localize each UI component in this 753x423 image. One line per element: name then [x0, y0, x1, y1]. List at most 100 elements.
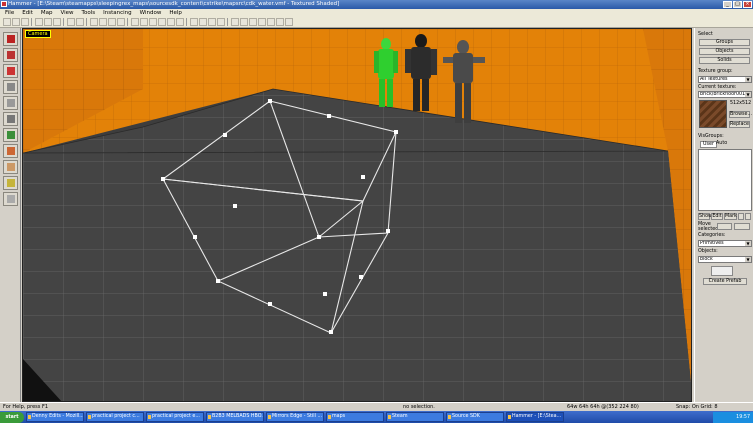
group-icon[interactable] [149, 18, 157, 26]
menu-view[interactable]: View [59, 10, 74, 16]
browse-button[interactable]: Browse... [729, 111, 752, 118]
new-file-icon[interactable] [3, 18, 11, 26]
redo-icon[interactable] [76, 18, 84, 26]
task-firefox[interactable]: Denny Edits - Mozill... [26, 412, 84, 422]
toggle-models-icon[interactable] [276, 18, 284, 26]
selection-tool-icon[interactable] [3, 32, 18, 46]
system-tray-clock[interactable]: 19:57 [713, 411, 753, 423]
camera-viewport[interactable]: Camera [22, 28, 692, 402]
open-file-icon[interactable] [12, 18, 20, 26]
groups-button[interactable]: Groups [699, 39, 750, 46]
object-properties-panel: Select Groups Objects Solids Texture gro… [694, 28, 753, 402]
camera-label[interactable]: Camera [25, 30, 51, 38]
task-mirrors-edge[interactable]: Mirrors Edge - Still ... [266, 412, 324, 422]
task-steam[interactable]: Steam [386, 412, 444, 422]
menu-file[interactable]: File [4, 10, 15, 16]
hide-icon[interactable] [167, 18, 175, 26]
move-to-visgroup-icon[interactable] [717, 223, 732, 230]
objects-select[interactable]: block [698, 256, 752, 263]
entity-report-icon[interactable] [249, 18, 257, 26]
categories-label: Categories: [698, 233, 726, 238]
task-source-sdk[interactable]: Source SDK [446, 412, 504, 422]
prev-icon[interactable] [738, 213, 744, 220]
block-tool-icon[interactable] [3, 96, 18, 110]
cordon-icon[interactable] [267, 18, 275, 26]
grid-smaller-icon[interactable] [99, 18, 107, 26]
categories-select[interactable]: Primitives [698, 240, 752, 247]
objects-label: Objects: [698, 249, 718, 254]
menu-edit[interactable]: Edit [21, 10, 34, 16]
carve-icon[interactable] [140, 18, 148, 26]
ungroup-icon[interactable] [158, 18, 166, 26]
snap-icon[interactable] [117, 18, 125, 26]
close-button[interactable]: × [743, 1, 752, 8]
texture-application-icon[interactable] [3, 112, 18, 126]
numeric-stepper[interactable] [711, 266, 733, 276]
camera-tool-icon[interactable] [3, 64, 18, 78]
clipping-tool-icon[interactable] [3, 176, 18, 190]
vertex-tool-icon[interactable] [3, 192, 18, 206]
undo-icon[interactable] [67, 18, 75, 26]
overlay-tool-icon[interactable] [3, 160, 18, 174]
move-selected-label: Move selected: [698, 222, 720, 232]
cut-icon[interactable] [35, 18, 43, 26]
menu-window[interactable]: Window [139, 10, 163, 16]
compile-map-icon[interactable] [231, 18, 239, 26]
show-button[interactable]: Show [698, 213, 712, 220]
replace-button[interactable]: Replace [729, 121, 750, 128]
copy-icon[interactable] [44, 18, 52, 26]
task-hammer[interactable]: Hammer - [E:\Stea... [506, 412, 564, 422]
menu-map[interactable]: Map [40, 10, 54, 16]
task-maps[interactable]: maps [326, 412, 384, 422]
main-toolbar [0, 17, 753, 28]
maximize-button[interactable]: □ [733, 1, 742, 8]
task-b2b3[interactable]: B2B3 MELBADS HBO... [206, 412, 264, 422]
selection-status: no selection. [403, 404, 435, 410]
task-practical-1[interactable]: practical project c... [86, 412, 144, 422]
edit-button[interactable]: Edit [711, 213, 723, 220]
visgroups-list[interactable] [698, 149, 752, 211]
texture-group-select[interactable]: All Textures [698, 76, 752, 83]
help-status: For Help, press F1 [3, 404, 49, 410]
run-map-icon[interactable] [240, 18, 248, 26]
taskbar: start Denny Edits - Mozill... practical … [0, 411, 753, 423]
toggle-helpers-icon[interactable] [285, 18, 293, 26]
check-problems-icon[interactable] [258, 18, 266, 26]
entity-tool-icon[interactable] [3, 80, 18, 94]
unhide-icon[interactable] [176, 18, 184, 26]
menu-tools[interactable]: Tools [81, 10, 97, 16]
save-icon[interactable] [21, 18, 29, 26]
create-prefab-button[interactable]: Create Prefab [703, 278, 747, 285]
select-label: Select [698, 32, 713, 37]
objects-button[interactable]: Objects [699, 48, 750, 55]
grid-toggle-icon[interactable] [90, 18, 98, 26]
visgroups-label: VisGroups: [698, 134, 724, 139]
minimize-button[interactable]: _ [723, 1, 732, 8]
move-to-world-icon[interactable] [199, 18, 207, 26]
current-texture-select[interactable]: brick/brickfloor001a [698, 91, 752, 98]
magnify-tool-icon[interactable] [3, 48, 18, 62]
clip-icon[interactable] [217, 18, 225, 26]
hollow-icon[interactable] [208, 18, 216, 26]
mark-button[interactable]: Mark [724, 213, 737, 220]
start-button[interactable]: start [0, 411, 24, 423]
hammer-icon [1, 1, 7, 7]
window-title: Hammer - [E:\Steam\steamapps\sleepingrex… [8, 1, 340, 7]
solids-button[interactable]: Solids [699, 57, 750, 64]
menu-instancing[interactable]: Instancing [102, 10, 133, 16]
next-icon[interactable] [745, 213, 751, 220]
paste-icon[interactable] [53, 18, 61, 26]
tie-to-entity-icon[interactable] [190, 18, 198, 26]
texture-preview[interactable] [699, 100, 727, 128]
3d-scene[interactable] [23, 29, 692, 402]
texture-lock-icon[interactable] [131, 18, 139, 26]
apply-texture-icon[interactable] [3, 128, 18, 142]
task-practical-2[interactable]: practical project e... [146, 412, 204, 422]
texture-size-label: 512x512 [730, 101, 752, 106]
grid-larger-icon[interactable] [108, 18, 116, 26]
new-visgroup-icon[interactable] [734, 223, 750, 230]
current-texture-label: Current texture: [698, 85, 737, 90]
menu-help[interactable]: Help [168, 10, 183, 16]
tab-auto[interactable]: Auto [714, 141, 729, 146]
decal-tool-icon[interactable] [3, 144, 18, 158]
